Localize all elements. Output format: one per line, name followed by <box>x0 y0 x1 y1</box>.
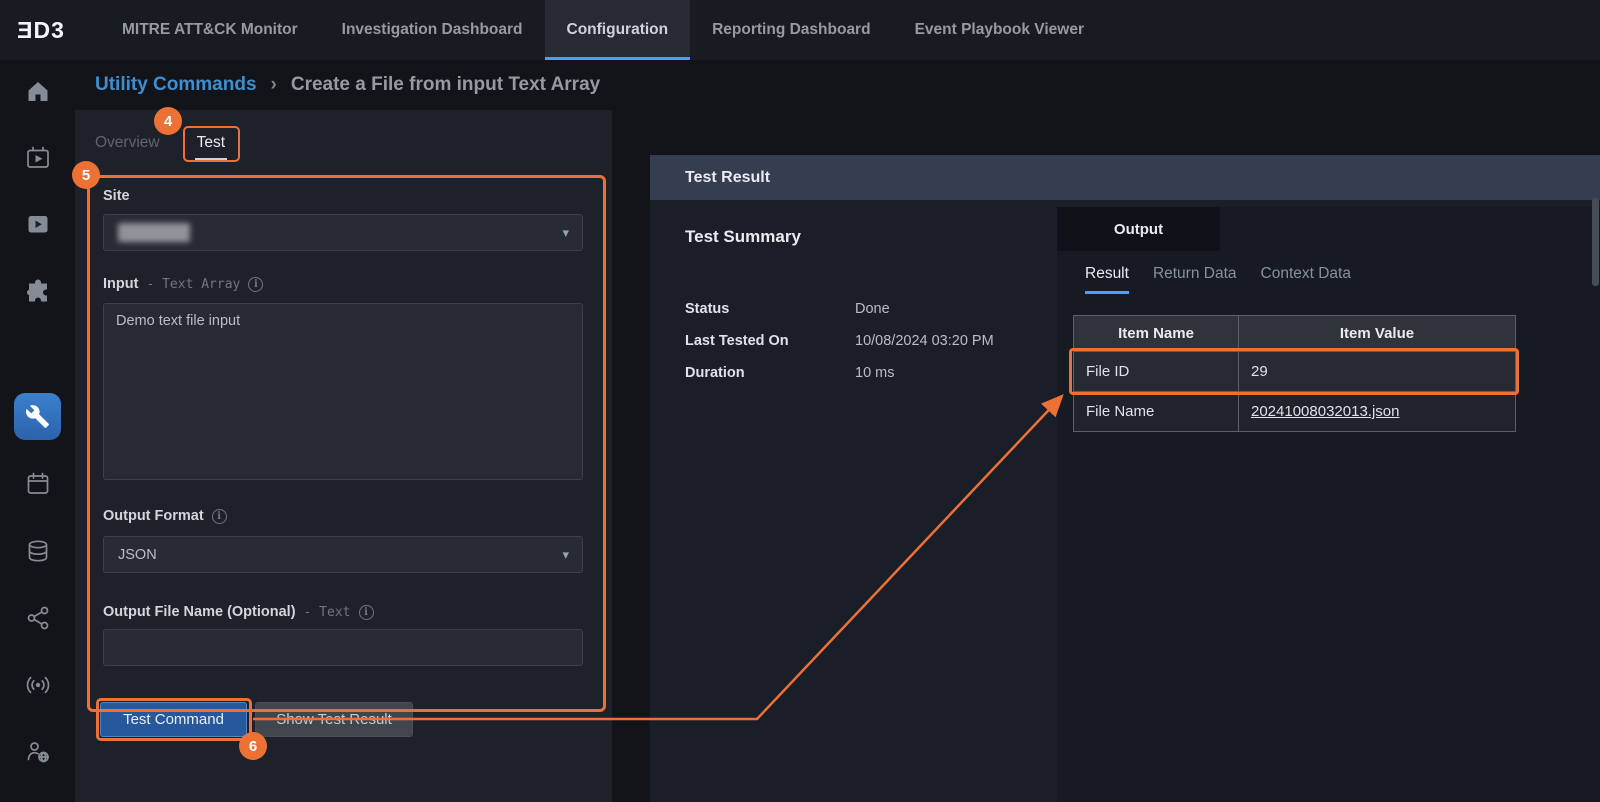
table-row-file-id: File ID 29 <box>1074 352 1516 392</box>
site-dropdown[interactable]: ▾ <box>103 214 583 251</box>
playbook-viewer-icon[interactable] <box>22 208 53 239</box>
home-icon[interactable] <box>22 75 53 106</box>
input-type-hint: - Text Array <box>146 277 240 292</box>
site-value-redacted <box>118 223 190 242</box>
nav-item-investigation-dashboard[interactable]: Investigation Dashboard <box>320 0 545 60</box>
d3-logo: ƎD3 <box>0 0 82 60</box>
test-result-header: Test Result <box>650 155 1600 200</box>
info-icon[interactable]: i <box>359 605 374 620</box>
breadcrumb-utility-commands[interactable]: Utility Commands <box>95 74 257 96</box>
schedule-calendar-icon[interactable] <box>22 468 53 499</box>
utility-commands-wrench-icon[interactable] <box>14 393 61 440</box>
scrollbar-thumb[interactable] <box>1592 198 1599 286</box>
summary-row-last-tested: Last Tested On 10/08/2024 03:20 PM <box>685 333 994 365</box>
file-id-name-cell: File ID <box>1074 352 1239 392</box>
icon-sidebar <box>0 60 75 802</box>
tab-output[interactable]: Output <box>1057 207 1220 251</box>
tab-overview[interactable]: Overview <box>95 134 160 160</box>
tab-test[interactable]: Test <box>195 134 227 160</box>
nav-item-configuration[interactable]: Configuration <box>545 0 691 60</box>
app-root: ƎD3 MITRE ATT&CK Monitor Investigation D… <box>0 0 1600 802</box>
test-summary-title: Test Summary <box>685 227 801 247</box>
breadcrumb: Utility Commands › Create a File from in… <box>0 60 1600 110</box>
test-result-panel: Test Result Test Summary Status Done Las… <box>650 155 1600 802</box>
event-monitor-icon[interactable] <box>22 142 53 173</box>
site-label: Site <box>103 188 130 204</box>
duration-value: 10 ms <box>855 365 895 381</box>
table-row-file-name: File Name 20241008032013.json <box>1074 392 1516 432</box>
output-format-dropdown[interactable]: JSON ▾ <box>103 536 583 573</box>
output-file-type-hint: - Text <box>304 605 351 620</box>
breadcrumb-separator-icon: › <box>271 74 277 96</box>
summary-row-status: Status Done <box>685 301 994 333</box>
connections-share-icon[interactable] <box>22 602 53 633</box>
nav-item-reporting-dashboard[interactable]: Reporting Dashboard <box>690 0 892 60</box>
show-test-result-button[interactable]: Show Test Result <box>255 702 413 737</box>
test-summary-rows: Status Done Last Tested On 10/08/2024 03… <box>685 301 994 397</box>
output-format-label: Output Format i <box>103 508 227 524</box>
test-command-button[interactable]: Test Command <box>100 702 247 737</box>
output-region: Output Result Return Data Context Data I… <box>1057 207 1600 802</box>
status-value: Done <box>855 301 890 317</box>
sub-tab-result[interactable]: Result <box>1085 265 1129 294</box>
output-format-value: JSON <box>118 547 157 563</box>
chevron-down-icon: ▾ <box>562 547 569 563</box>
last-tested-value: 10/08/2024 03:20 PM <box>855 333 994 349</box>
input-label: Input - Text Array i <box>103 276 263 292</box>
file-id-value-cell: 29 <box>1239 352 1516 392</box>
column-header-item-name: Item Name <box>1074 316 1239 352</box>
output-file-name-input[interactable] <box>103 629 583 666</box>
input-textarea[interactable]: Demo text file input <box>103 303 583 480</box>
geo-user-icon[interactable] <box>22 736 53 767</box>
command-test-panel: Overview Test Site ▾ Input - Text Array … <box>75 110 612 802</box>
output-sub-tabs: Result Return Data Context Data <box>1085 265 1351 294</box>
file-download-link[interactable]: 20241008032013.json <box>1251 403 1399 420</box>
sub-tab-context-data[interactable]: Context Data <box>1261 265 1351 294</box>
integrations-puzzle-icon[interactable] <box>22 275 53 306</box>
main-nav: MITRE ATT&CK Monitor Investigation Dashb… <box>100 0 1106 60</box>
test-result-title: Test Result <box>685 169 770 187</box>
data-management-database-icon[interactable] <box>22 535 53 566</box>
top-navigation: ƎD3 MITRE ATT&CK Monitor Investigation D… <box>0 0 1600 60</box>
result-table: Item Name Item Value File ID 29 File Nam… <box>1073 315 1516 432</box>
info-icon[interactable]: i <box>212 509 227 524</box>
page-title: Create a File from input Text Array <box>291 74 600 96</box>
sub-tab-return-data[interactable]: Return Data <box>1153 265 1237 294</box>
live-broadcast-icon[interactable] <box>22 669 53 700</box>
output-file-name-label: Output File Name (Optional) - Text i <box>103 604 374 620</box>
file-name-value-cell: 20241008032013.json <box>1239 392 1516 432</box>
nav-item-mitre-attck-monitor[interactable]: MITRE ATT&CK Monitor <box>100 0 320 60</box>
nav-item-event-playbook-viewer[interactable]: Event Playbook Viewer <box>893 0 1106 60</box>
column-header-item-value: Item Value <box>1239 316 1516 352</box>
chevron-down-icon: ▾ <box>562 225 569 241</box>
panel-tabs: Overview Test <box>95 134 227 160</box>
info-icon[interactable]: i <box>248 277 263 292</box>
result-table-header-row: Item Name Item Value <box>1074 316 1516 352</box>
summary-row-duration: Duration 10 ms <box>685 365 994 397</box>
file-name-name-cell: File Name <box>1074 392 1239 432</box>
